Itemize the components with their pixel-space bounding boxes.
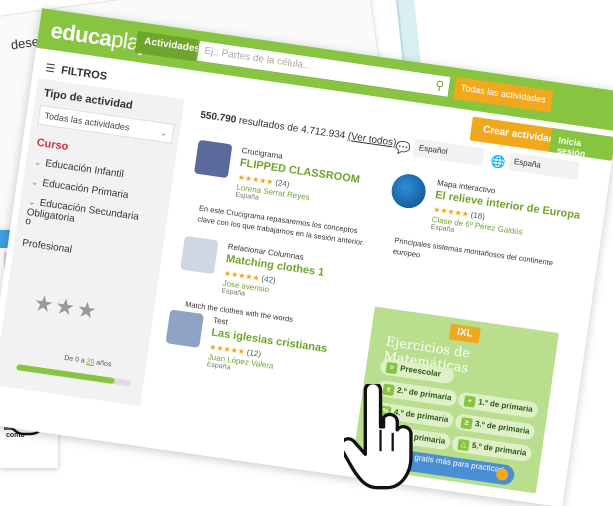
activity-card[interactable]: Crucigrama FLIPPED CLASSROOM ★★★★★(24) L…	[193, 139, 387, 247]
chevron-down-icon: ⌄	[159, 127, 169, 139]
see-all-link[interactable]: (Ver todos)	[347, 131, 397, 149]
course-item[interactable]: o	[25, 216, 32, 228]
triangle-icon: △	[457, 438, 470, 452]
logo-edu: educa	[49, 17, 114, 52]
search-input[interactable]: Ej.: Partes de la célula...	[204, 46, 312, 72]
filters-title-text: FILTROS	[60, 64, 108, 83]
chat-bubble-icon: 💬	[394, 139, 412, 156]
login-button[interactable]: Inicia sesión	[548, 127, 613, 161]
course-item-label: o	[24, 215, 32, 228]
rating-filter-stars[interactable]: ★★★	[32, 290, 100, 325]
activity-type: Test	[212, 315, 229, 327]
chevron-down-icon: ⌄	[27, 196, 37, 208]
language-select[interactable]: Español	[412, 138, 485, 167]
ixl-logo: IXL	[448, 323, 481, 344]
arrow-icon	[495, 467, 509, 482]
list-icon: ≡	[385, 361, 398, 375]
course-item[interactable]: ⌄ Educación Secundaria Obligatoria	[26, 196, 168, 238]
age-range-suffix: años	[95, 359, 112, 369]
course-item-label: Educación Primaria	[41, 177, 130, 202]
activity-type-select[interactable]: Todas las actividades ⌄	[37, 104, 175, 144]
course-item[interactable]: Profesional	[21, 238, 72, 256]
results-text: resultados de 4.712.934	[238, 115, 346, 142]
activity-type-value: Todas las actividades	[43, 110, 131, 133]
activity-description: En este Crucigrama repasaremos los conce…	[196, 203, 365, 248]
age-range-value: 20	[86, 358, 95, 367]
ad-grade-label: Preescolar	[399, 363, 442, 379]
age-range-slider[interactable]	[16, 364, 132, 387]
greater-than-icon: ≥	[460, 417, 473, 430]
activities-dropdown-label: Actividades	[143, 35, 201, 55]
globe-icon: 🌐	[489, 153, 507, 170]
ad-grade-label: 3.º de primaria	[474, 419, 531, 436]
activity-description: Match the clothes with the words	[184, 299, 294, 324]
filter-sliders-icon: ☰	[44, 62, 57, 76]
educaplay-screen: educaplay Actividades ⌄ Ej.: Partes de l…	[0, 8, 613, 506]
ad-grade-label: 1.º de primaria	[477, 397, 534, 415]
ad-grade-label: 5.º de primaria	[471, 440, 528, 458]
crossword-thumbnail	[193, 139, 233, 179]
hand-cursor-icon	[344, 384, 413, 490]
filters-sidebar: Tipo de actividad Todas las actividades …	[0, 78, 185, 407]
course-label: Curso	[35, 136, 70, 154]
map-thumbnail	[389, 171, 428, 211]
age-range-prefix: De 0 a	[63, 354, 86, 365]
course-item[interactable]: ⌄ Educación Infantil	[33, 156, 124, 180]
age-range-fill	[16, 364, 115, 385]
chevron-down-icon: ⌄	[30, 176, 40, 188]
activity-description: Principales sistemas montañosos del cont…	[392, 235, 554, 268]
course-item-label: Educación Secundaria Obligatoria	[25, 197, 140, 225]
plus-icon: +	[463, 395, 476, 408]
course-item-label: Educación Infantil	[44, 158, 125, 181]
all-activities-button[interactable]: Todas las actividades	[453, 76, 553, 113]
age-range-text: De 0 a 20 años	[64, 355, 112, 369]
matching-thumbnail	[180, 235, 219, 275]
results-count: 550.790 resultados de 4.712.934 (Ver tod…	[200, 110, 397, 149]
chevron-down-icon: ⌄	[33, 156, 43, 168]
course-item-label: Profesional	[21, 237, 73, 256]
search-icon[interactable]: ⚲	[434, 78, 445, 93]
test-thumbnail	[165, 309, 204, 348]
results-number: 550.790	[199, 109, 237, 126]
